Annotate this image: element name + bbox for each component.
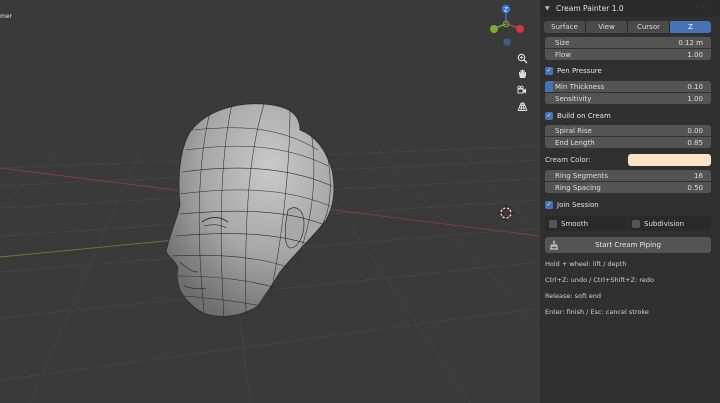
min-thickness-value: 0.10 (687, 82, 703, 91)
sensitivity-value: 1.00 (687, 94, 703, 103)
y-axis-line (0, 239, 176, 258)
hand-icon[interactable] (515, 66, 529, 80)
min-thickness-label: Min Thickness (555, 82, 605, 91)
panel-title: Cream Painter 1.0 (556, 4, 624, 13)
smooth-label: Smooth (561, 219, 589, 228)
checkbox-checked-icon[interactable]: ✓ (545, 200, 553, 209)
ring-segments-field[interactable]: Ring Segments 16 (545, 170, 711, 181)
panel-header[interactable]: ▼ Cream Painter 1.0 ⋮⋮⋮ (540, 0, 720, 17)
flow-field[interactable]: Flow 1.00 (545, 49, 711, 60)
spiral-rise-value: 0.00 (687, 126, 703, 135)
cream-painter-panel: ▼ Cream Painter 1.0 ⋮⋮⋮ Surface View Cur… (540, 0, 720, 403)
tab-bar: Surface View Cursor Z (544, 21, 711, 33)
hint-lift-depth: Hold + wheel: lift / depth (545, 260, 627, 268)
end-length-value: 0.85 (687, 138, 703, 147)
flow-value: 1.00 (687, 50, 703, 59)
hint-release: Release: soft end (545, 292, 602, 300)
size-label: Size (555, 38, 570, 47)
size-value: 0.12 m (678, 38, 703, 47)
tab-view[interactable]: View (586, 21, 628, 33)
sensitivity-field[interactable]: Sensitivity 1.00 (545, 93, 711, 104)
ring-segments-value: 16 (694, 171, 703, 180)
gizmo-y-handle (490, 25, 498, 33)
end-length-label: End Length (555, 138, 595, 147)
gizmo-z-label: Z (504, 6, 508, 13)
piping-bag-icon (550, 240, 558, 250)
min-thickness-fill (545, 81, 553, 92)
drag-handle-icon[interactable]: ⋮⋮⋮ (694, 4, 714, 11)
subdivision-label: Subdivision (644, 219, 685, 228)
tab-surface[interactable]: Surface (544, 21, 586, 33)
cream-color-label: Cream Color: (545, 156, 591, 164)
ring-segments-label: Ring Segments (555, 171, 609, 180)
ring-spacing-field[interactable]: Ring Spacing 0.50 (545, 182, 711, 193)
grid-icon[interactable] (515, 99, 529, 113)
chevron-down-icon[interactable]: ▼ (545, 5, 551, 12)
3d-viewport[interactable]: mer Z (0, 0, 540, 403)
hint-undo-redo: Ctrl+Z: undo / Ctrl+Shift+Z: redo (545, 276, 654, 284)
gizmo-neg-z-handle (503, 38, 511, 46)
hint-finish-cancel: Enter: finish / Esc: cancel stroke (545, 308, 649, 316)
size-field[interactable]: Size 0.12 m (545, 37, 711, 48)
ring-spacing-value: 0.50 (687, 183, 703, 192)
checkbox-unchecked-icon[interactable] (549, 219, 557, 228)
end-length-field[interactable]: End Length 0.85 (545, 137, 711, 148)
navigation-gizmo[interactable]: Z (486, 2, 526, 48)
gizmo-x-handle (516, 25, 524, 33)
join-session-label: Join Session (557, 200, 599, 209)
pen-pressure-checkbox[interactable]: ✓ Pen Pressure (545, 65, 602, 76)
pen-pressure-label: Pen Pressure (557, 66, 602, 75)
viewport-corner-label: mer (0, 13, 13, 20)
viewport-scene[interactable] (0, 0, 540, 403)
ring-spacing-label: Ring Spacing (555, 183, 601, 192)
min-thickness-slider[interactable]: Min Thickness 0.10 (545, 81, 711, 92)
smooth-checkbox[interactable]: Smooth (545, 216, 627, 231)
checkbox-checked-icon[interactable]: ✓ (545, 111, 553, 120)
subdivision-checkbox[interactable]: Subdivision (628, 216, 711, 231)
cream-color-swatch[interactable] (628, 154, 711, 166)
join-session-checkbox[interactable]: ✓ Join Session (545, 199, 599, 210)
build-on-cream-label: Build on Cream (557, 111, 611, 120)
flow-label: Flow (555, 50, 571, 59)
zoom-icon[interactable] (515, 51, 529, 65)
checkbox-checked-icon[interactable]: ✓ (545, 66, 553, 75)
spiral-rise-field[interactable]: Spiral Rise 0.00 (545, 125, 711, 136)
build-on-cream-checkbox[interactable]: ✓ Build on Cream (545, 110, 611, 121)
tab-cursor[interactable]: Cursor (628, 21, 670, 33)
tab-z[interactable]: Z (670, 21, 711, 33)
cream-color-row: Cream Color: (545, 154, 711, 166)
sensitivity-label: Sensitivity (555, 94, 592, 103)
3d-cursor-icon (498, 205, 514, 221)
start-cream-piping-label: Start Cream Piping (595, 241, 661, 249)
checkbox-unchecked-icon[interactable] (632, 219, 640, 228)
camera-icon[interactable] (515, 83, 529, 97)
start-cream-piping-button[interactable]: Start Cream Piping (545, 237, 711, 253)
spiral-rise-label: Spiral Rise (555, 126, 592, 135)
